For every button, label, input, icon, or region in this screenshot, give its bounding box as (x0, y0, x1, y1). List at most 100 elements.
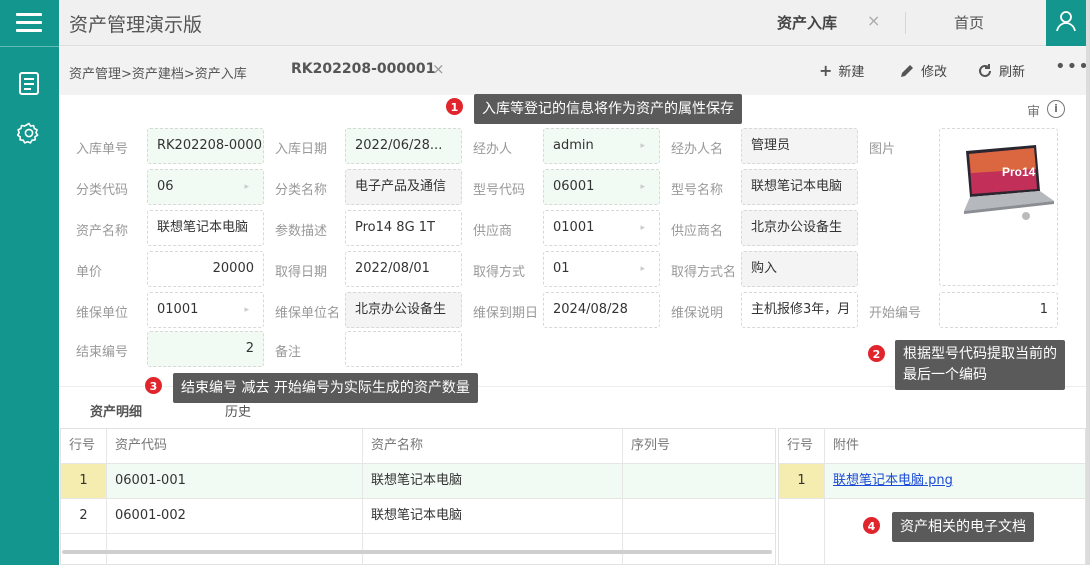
header-serial-no[interactable]: 序列号 (623, 429, 775, 463)
horizontal-scrollbar[interactable] (62, 550, 772, 554)
category-name-label: 分类名称 (275, 183, 328, 198)
tab-home[interactable]: 首页 (954, 12, 984, 33)
start-no-label: 开始编号 (869, 306, 922, 321)
pencil-icon (901, 64, 913, 77)
tab-asset-details[interactable]: 资产明细 (90, 401, 142, 420)
handler-field[interactable]: admin ▸ (543, 128, 660, 164)
supplier-name-label: 供应商名 (671, 224, 724, 239)
asset-name-cell[interactable]: 联想笔记本电脑 (363, 464, 623, 498)
attachment-link[interactable]: 联想笔记本电脑.png (833, 473, 953, 488)
warranty-unit-label: 维保单位 (76, 306, 129, 321)
warranty-unit-name-field: 北京办公设备生 (345, 292, 462, 328)
user-icon (1056, 11, 1076, 32)
new-label: 新建 (838, 65, 865, 80)
hamburger-menu-icon[interactable] (16, 13, 42, 33)
warranty-unit-name-label: 维保单位名 (275, 306, 341, 321)
callout-1-badge: 1 (445, 97, 464, 116)
inbound-date-field[interactable]: 2022/06/28... (345, 128, 462, 164)
end-no-label: 结束编号 (76, 345, 129, 360)
document-number: RK202208-000001 (291, 61, 436, 77)
supplier-label: 供应商 (473, 224, 513, 239)
callout-2: 根据型号代码提取当前的 最后一个编码 (895, 340, 1065, 390)
table-header: 行号 资产代码 资产名称 序列号 (61, 429, 775, 464)
row-number: 1 (779, 464, 825, 498)
callout-1: 入库等登记的信息将作为资产的属性保存 (474, 94, 742, 124)
warranty-desc-label: 维保说明 (671, 306, 724, 321)
left-rail (0, 0, 59, 565)
app-title: 资产管理演示版 (69, 14, 203, 36)
close-icon[interactable]: × (432, 60, 445, 78)
gear-icon[interactable] (17, 121, 41, 145)
inbound-no-label: 入库单号 (76, 142, 129, 157)
category-code-field[interactable]: 06 ▸ (147, 169, 264, 205)
end-no-field[interactable]: 2 (147, 331, 264, 367)
handler-name-field: 管理员 (741, 128, 858, 164)
audit-label[interactable]: 审 (1027, 101, 1040, 120)
acquire-method-name-label: 取得方式名 (671, 265, 737, 280)
category-code-label: 分类代码 (76, 183, 129, 198)
handler-value: admin (553, 138, 594, 153)
refresh-icon (979, 63, 991, 77)
more-options-icon[interactable]: ••• (1055, 56, 1090, 77)
supplier-field[interactable]: 01001 ▸ (543, 210, 660, 246)
warranty-desc-field[interactable]: 主机报修3年，月 (741, 292, 858, 328)
header-asset-name[interactable]: 资产名称 (363, 429, 623, 463)
header-row-no[interactable]: 行号 (779, 429, 825, 463)
row-number: 1 (61, 464, 107, 498)
unit-price-label: 单价 (76, 265, 103, 280)
remark-field[interactable] (345, 331, 462, 367)
document-icon[interactable] (19, 72, 39, 95)
edit-button[interactable]: 修改 (899, 61, 947, 80)
breadcrumb-bar: 资产管理>资产建档>资产入库 RK202208-000001 × + 新建 修改… (59, 47, 1089, 95)
header-asset-code[interactable]: 资产代码 (107, 429, 363, 463)
asset-name-field[interactable]: 联想笔记本电脑 (147, 210, 264, 246)
tab-history[interactable]: 历史 (225, 401, 251, 420)
refresh-button[interactable]: 刷新 (977, 61, 1025, 80)
header-row-no[interactable]: 行号 (61, 429, 107, 463)
arrow-right-icon: ▸ (244, 305, 249, 315)
warranty-unit-field[interactable]: 01001 ▸ (147, 292, 264, 328)
start-no-field[interactable]: 1 (939, 292, 1058, 328)
param-desc-label: 参数描述 (275, 224, 328, 239)
callout-4: 资产相关的电子文档 (892, 512, 1034, 542)
table-row[interactable]: 2 06001-002 联想笔记本电脑 (61, 499, 775, 534)
model-code-label: 型号代码 (473, 183, 526, 198)
arrow-right-icon: ▸ (640, 264, 645, 274)
info-icon[interactable]: i (1047, 100, 1065, 118)
attachment-cell[interactable]: 联想笔记本电脑.png (825, 464, 1085, 498)
remark-label: 备注 (275, 345, 302, 360)
unit-price-field[interactable]: 20000 (147, 251, 264, 287)
tab-asset-inbound[interactable]: 资产入库 (777, 12, 837, 33)
acquire-date-field[interactable]: 2022/08/01 (345, 251, 462, 287)
header-attachment[interactable]: 附件 (825, 429, 1085, 463)
acquire-date-label: 取得日期 (275, 265, 328, 280)
arrow-right-icon: ▸ (640, 182, 645, 192)
tab-divider (905, 12, 906, 34)
asset-code-cell[interactable]: 06001-001 (107, 464, 363, 498)
warranty-expire-field[interactable]: 2024/08/28 (543, 292, 660, 328)
new-button[interactable]: + 新建 (819, 61, 864, 80)
asset-name-cell[interactable]: 联想笔记本电脑 (363, 499, 623, 533)
laptop-image: Pro14 (964, 145, 1054, 220)
param-desc-field[interactable]: Pro14 8G 1T (345, 210, 462, 246)
plus-icon: + (819, 61, 833, 80)
tab-close-icon[interactable]: × (867, 11, 880, 30)
callout-3: 结束编号 减去 开始编号为实际生成的资产数量 (173, 373, 478, 403)
table-row[interactable]: 1 06001-001 联想笔记本电脑 (61, 464, 775, 499)
arrow-right-icon: ▸ (640, 223, 645, 233)
inbound-no-field[interactable]: RK202208-0000 (147, 128, 264, 164)
callout-3-badge: 3 (144, 376, 163, 395)
model-code-field[interactable]: 06001 ▸ (543, 169, 660, 205)
rail-divider (0, 46, 59, 47)
serial-no-cell[interactable] (623, 499, 775, 533)
warranty-unit-value: 01001 (157, 302, 199, 317)
acquire-method-field[interactable]: 01 ▸ (543, 251, 660, 287)
breadcrumb[interactable]: 资产管理>资产建档>资产入库 (69, 63, 247, 82)
table-row[interactable]: 1 联想笔记本电脑.png (779, 464, 1085, 499)
user-button[interactable] (1046, 0, 1086, 46)
serial-no-cell[interactable] (623, 464, 775, 498)
asset-photo[interactable]: Pro14 (939, 128, 1058, 286)
category-name-field: 电子产品及通信 (345, 169, 462, 205)
asset-code-cell[interactable]: 06001-002 (107, 499, 363, 533)
model-name-field: 联想笔记本电脑 (741, 169, 858, 205)
